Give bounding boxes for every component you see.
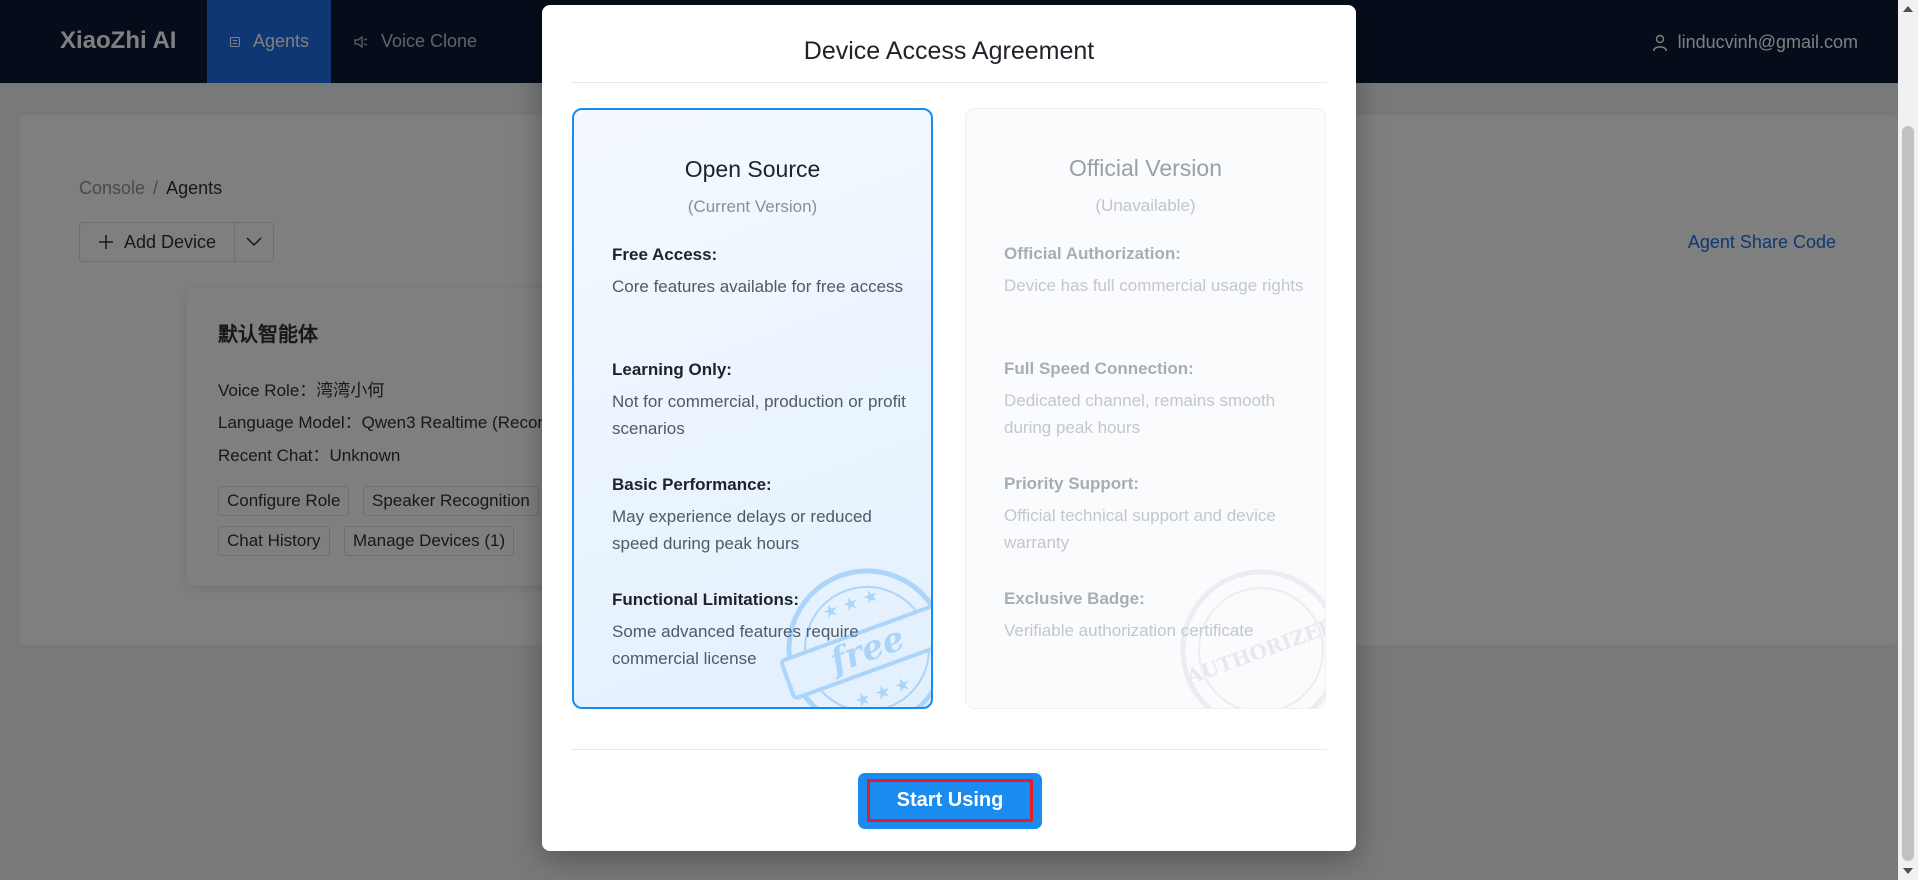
feature-desc: Official technical support and device wa…	[1004, 506, 1276, 552]
svg-text:★ ★ ★: ★ ★ ★	[820, 585, 882, 624]
authorized-stamp-icon: AUTHORIZED	[1180, 569, 1325, 708]
feature-item: Learning Only: Not for commercial, produ…	[612, 360, 912, 442]
feature-desc: Device has full commercial usage rights	[1004, 276, 1304, 295]
footer-divider	[571, 749, 1327, 750]
open-source-subtitle: (Current Version)	[687, 197, 818, 216]
feature-title: Priority Support:	[1004, 474, 1140, 493]
start-using-button-frame: Start Using	[858, 773, 1042, 829]
feature-desc: May experience delays or reduced speed d…	[612, 507, 872, 553]
title-divider	[571, 82, 1327, 83]
open-source-card[interactable]: Open Source (Current Version) Free Acces…	[572, 108, 933, 709]
scrollbar-thumb[interactable]	[1902, 126, 1914, 861]
open-source-title: Open Source	[684, 156, 821, 182]
feature-desc: Core features available for free access	[612, 277, 904, 296]
feature-title: Basic Performance:	[612, 475, 772, 494]
official-title: Official Version	[1069, 155, 1222, 181]
feature-title: Free Access:	[612, 245, 718, 264]
feature-title: Full Speed Connection:	[1004, 359, 1194, 378]
feature-desc: Not for commercial, production or profit…	[612, 392, 906, 438]
free-stamp-icon: free ★ ★ ★ ★ ★ ★	[780, 568, 931, 709]
feature-item: Priority Support: Official technical sup…	[1004, 474, 1304, 556]
feature-item: Basic Performance: May experience delays…	[612, 475, 912, 557]
page-scrollbar[interactable]	[1898, 0, 1918, 880]
feature-item: Full Speed Connection: Dedicated channel…	[1004, 359, 1304, 441]
feature-title: Learning Only:	[612, 360, 732, 379]
svg-text:★ ★ ★: ★ ★ ★	[852, 673, 914, 709]
official-subtitle: (Unavailable)	[1095, 196, 1196, 215]
dialog-title: Device Access Agreement	[803, 37, 1095, 65]
scroll-down-arrow-icon[interactable]	[1903, 868, 1913, 874]
scroll-up-arrow-icon[interactable]	[1903, 6, 1913, 12]
feature-item: Official Authorization: Device has full …	[1004, 244, 1304, 299]
feature-desc: Dedicated channel, remains smooth during…	[1004, 391, 1276, 437]
feature-title: Official Authorization:	[1004, 244, 1181, 263]
official-version-card: Official Version (Unavailable) Official …	[965, 108, 1326, 709]
start-using-button[interactable]: Start Using	[867, 779, 1033, 822]
device-access-agreement-dialog: Device Access Agreement Open Source (Cur…	[542, 5, 1356, 851]
feature-item: Free Access: Core features available for…	[612, 245, 912, 300]
